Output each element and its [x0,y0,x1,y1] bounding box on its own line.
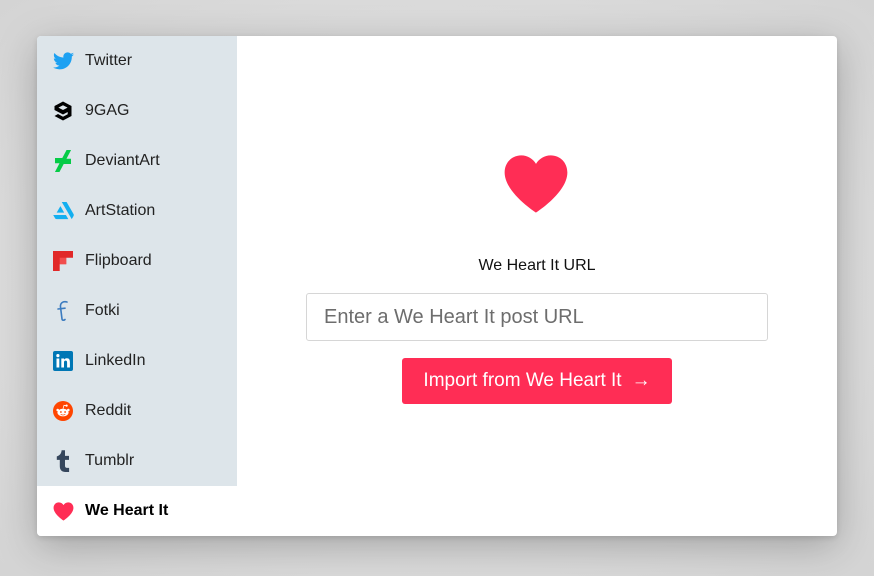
sidebar-item-fotki[interactable]: Fotki [37,286,237,336]
sidebar-item-label: DeviantArt [85,152,160,169]
fotki-icon [52,300,74,322]
url-field-label: We Heart It URL [478,257,596,274]
sidebar: Twitter 9GAG DeviantArt ArtStation Flipb [37,36,237,536]
sidebar-item-tumblr[interactable]: Tumblr [37,436,237,486]
sidebar-item-artstation[interactable]: ArtStation [37,186,237,236]
reddit-icon [52,400,74,422]
sidebar-item-label: Fotki [85,302,120,319]
sidebar-item-label: Tumblr [85,452,135,469]
import-button[interactable]: Import from We Heart It → [402,358,672,404]
sidebar-item-label: ArtStation [85,202,156,219]
heart-icon [52,500,74,522]
sidebar-item-reddit[interactable]: Reddit [37,386,237,436]
flipboard-icon [52,250,74,272]
sidebar-item-label: LinkedIn [85,352,146,369]
twitter-icon [52,50,74,72]
sidebar-item-flipboard[interactable]: Flipboard [37,236,237,286]
sidebar-item-label: Twitter [85,52,133,69]
heart-icon [502,154,570,214]
deviantart-icon [52,150,74,172]
sidebar-item-9gag[interactable]: 9GAG [37,86,237,136]
import-dialog: Twitter 9GAG DeviantArt ArtStation Flipb [37,36,837,536]
import-button-label: Import from We Heart It [423,370,622,391]
sidebar-item-label: Flipboard [85,252,152,269]
sidebar-item-deviantart[interactable]: DeviantArt [37,136,237,186]
9gag-icon [52,100,74,122]
sidebar-item-twitter[interactable]: Twitter [37,36,237,86]
sidebar-item-we-heart-it[interactable]: We Heart It [37,486,237,536]
tumblr-icon [52,450,74,472]
linkedin-icon [52,350,74,372]
sidebar-item-label: We Heart It [85,502,169,519]
url-input[interactable] [306,293,768,341]
arrow-right-icon: → [631,370,651,391]
artstation-icon [52,200,74,222]
import-panel: We Heart It URL Import from We Heart It … [237,36,837,536]
sidebar-item-label: Reddit [85,402,132,419]
sidebar-item-label: 9GAG [85,102,130,119]
sidebar-item-linkedin[interactable]: LinkedIn [37,336,237,386]
